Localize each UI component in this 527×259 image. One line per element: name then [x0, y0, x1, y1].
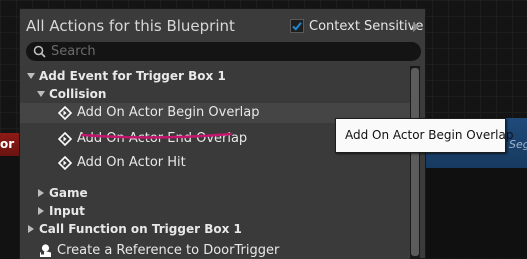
checkmark-icon: [292, 22, 302, 31]
search-icon: [33, 45, 46, 58]
tree-category-input[interactable]: Input: [20, 202, 410, 220]
chevron-right-icon[interactable]: [28, 225, 34, 233]
tree-item-label: Add On Actor Hit: [77, 155, 186, 170]
chevron-down-icon[interactable]: [37, 91, 45, 97]
tree-category-call-function[interactable]: Call Function on Trigger Box 1: [20, 220, 410, 238]
tooltip: Add On Actor Begin Overlap: [335, 118, 513, 153]
context-sensitive-label[interactable]: Context Sensitive: [309, 19, 423, 34]
tree-item-create-reference[interactable]: Create a Reference to DoorTrigger: [20, 241, 410, 259]
event-diamond-icon: [58, 132, 72, 146]
tree-item-label: Add On Actor Begin Overlap: [77, 105, 260, 120]
chevron-down-icon[interactable]: [27, 73, 35, 79]
search-box[interactable]: [26, 42, 421, 61]
tree-category-add-event[interactable]: Add Event for Trigger Box 1: [20, 67, 410, 85]
blueprint-graph-canvas[interactable]: or B Seg All Actions for this Blueprint …: [0, 0, 527, 259]
tree-category-label: Game: [49, 186, 88, 200]
chevron-right-icon[interactable]: [38, 207, 44, 215]
blueprint-reference-icon: [40, 244, 51, 257]
tree-item-label: Create a Reference to DoorTrigger: [57, 243, 280, 258]
tree-item-add-on-actor-hit[interactable]: Add On Actor Hit: [20, 153, 410, 173]
tree-scrollbar[interactable]: [410, 66, 420, 258]
event-diamond-icon: [58, 106, 72, 120]
annotation-underline: [80, 132, 233, 139]
context-sensitive-expand-icon[interactable]: [413, 22, 419, 32]
search-input[interactable]: [51, 42, 411, 61]
tree-category-label: Call Function on Trigger Box 1: [39, 222, 242, 236]
chevron-right-icon[interactable]: [38, 189, 44, 197]
tree-category-label: Input: [49, 204, 85, 218]
menu-title: All Actions for this Blueprint: [26, 17, 235, 35]
tree-category-label: Add Event for Trigger Box 1: [39, 69, 226, 83]
tree-category-label: Collision: [49, 87, 107, 101]
tree-category-collision[interactable]: Collision: [20, 85, 410, 103]
tree-category-game[interactable]: Game: [20, 184, 410, 202]
event-diamond-icon: [58, 156, 72, 170]
scrollbar-thumb[interactable]: [411, 68, 419, 256]
context-sensitive-checkbox[interactable]: [290, 19, 304, 33]
action-tree: Add Event for Trigger Box 1 Collision Ad…: [20, 65, 410, 259]
